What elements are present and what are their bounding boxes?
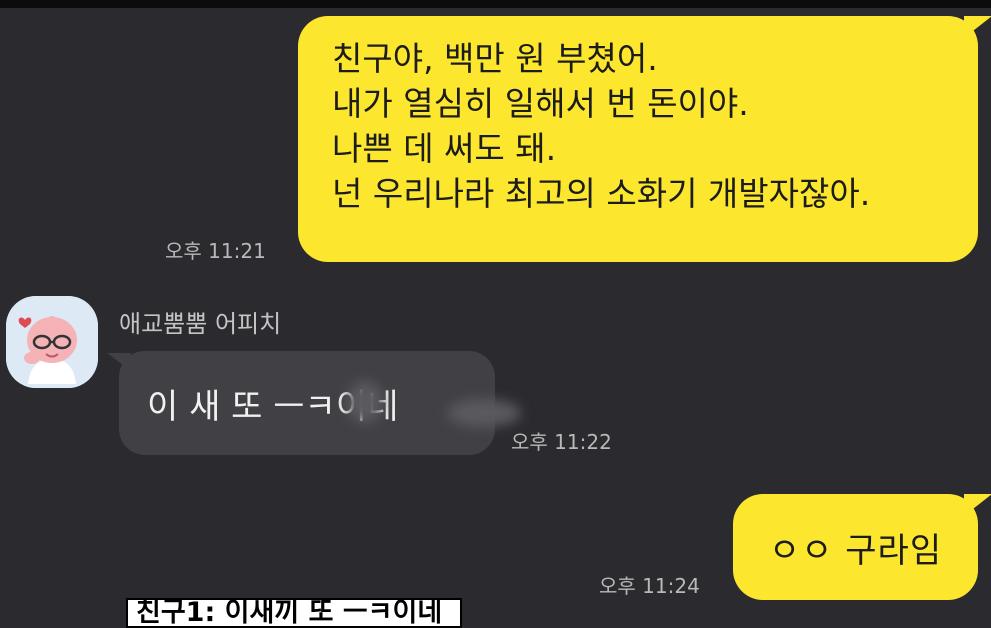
caption-text: 친구1: 이새끼 또 ㅡㅋ이네 xyxy=(136,598,443,628)
message-line: 내가 열심히 일해서 번 돈이야. xyxy=(332,84,749,123)
apeach-avatar-icon[interactable] xyxy=(6,296,98,388)
censor-blur xyxy=(447,399,521,427)
avatar-illustration xyxy=(6,296,98,388)
censor-blur xyxy=(347,381,383,423)
message-timestamp: 오후 11:22 xyxy=(511,430,612,454)
incoming-message-bubble[interactable]: 이 새 또 ㅡㅋ이네 xyxy=(107,351,521,455)
message-timestamp: 오후 11:24 xyxy=(599,574,700,598)
message-text: ㅇㅇ 구라임 xyxy=(768,530,943,571)
bubble-tail xyxy=(964,494,991,516)
outgoing-message-bubble[interactable]: ㅇㅇ 구라임 xyxy=(733,494,991,600)
outgoing-message-bubble[interactable]: 친구야, 백만 원 부쳤어. 내가 열심히 일해서 번 돈이야. 나쁜 데 써도… xyxy=(298,16,991,262)
message-line: 나쁜 데 써도 돼. xyxy=(332,129,557,168)
chat-room[interactable]: 친구야, 백만 원 부쳤어. 내가 열심히 일해서 번 돈이야. 나쁜 데 써도… xyxy=(0,8,991,616)
message-line: 친구야, 백만 원 부쳤어. xyxy=(332,39,658,78)
message-line: 넌 우리나라 최고의 소화기 개발자잖아. xyxy=(332,174,871,213)
top-strip xyxy=(0,0,991,8)
bubble-tail xyxy=(964,16,991,38)
subtitle-caption: 친구1: 이새끼 또 ㅡㅋ이네 xyxy=(126,598,462,628)
sender-name: 애교뿜뿜 어피치 xyxy=(119,310,282,338)
bubble-tail xyxy=(107,353,131,371)
message-timestamp: 오후 11:21 xyxy=(165,239,266,263)
